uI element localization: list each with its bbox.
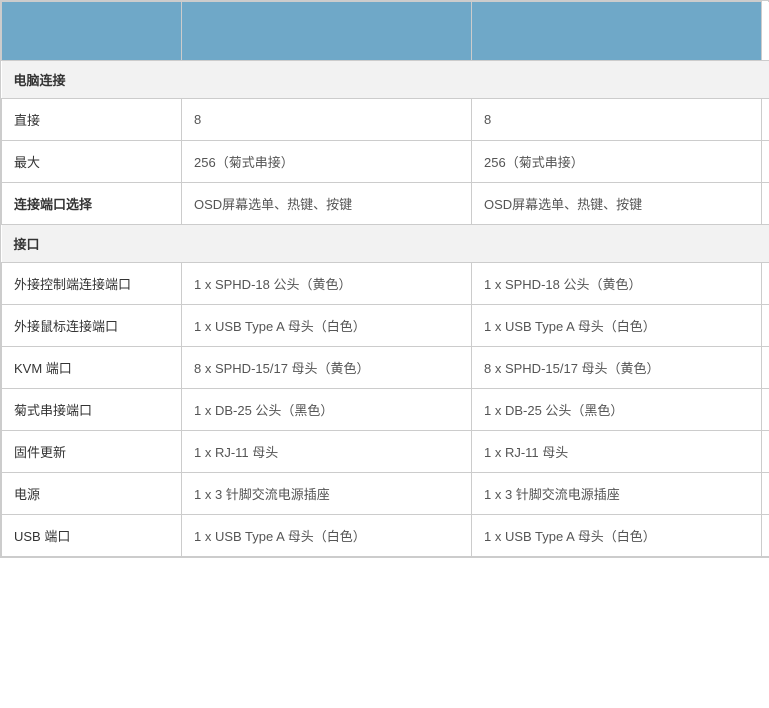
row-empty — [762, 431, 769, 473]
row-value-model2: OSD屏幕选单、热键、按键 — [472, 183, 762, 225]
row-empty — [762, 305, 769, 347]
row-empty — [762, 389, 769, 431]
row-function: 外接鼠标连接端口 — [2, 305, 182, 347]
row-value-model2: 1 x USB Type A 母头（白色） — [472, 515, 762, 557]
table-row: 固件更新1 x RJ-11 母头1 x RJ-11 母头 — [2, 431, 769, 473]
table-row: 外接控制端连接端口1 x SPHD-18 公头（黄色）1 x SPHD-18 公… — [2, 263, 769, 305]
row-value-model2: 8 — [472, 99, 762, 141]
table-row: KVM 端口8 x SPHD-15/17 母头（黄色）8 x SPHD-15/1… — [2, 347, 769, 389]
row-value-model2: 256（菊式串接） — [472, 141, 762, 183]
row-function: 最大 — [2, 141, 182, 183]
row-function: USB 端口 — [2, 515, 182, 557]
table-row: 连接端口选择OSD屏幕选单、热键、按键OSD屏幕选单、热键、按键 — [2, 183, 769, 225]
row-empty — [762, 473, 769, 515]
row-function: 连接端口选择 — [2, 183, 182, 225]
row-value-model1: 1 x USB Type A 母头（白色） — [182, 305, 472, 347]
header-empty — [762, 2, 769, 61]
header-function — [2, 2, 182, 61]
row-function: KVM 端口 — [2, 347, 182, 389]
section-header-row: 电脑连接 — [2, 61, 769, 99]
row-value-model1: 8 — [182, 99, 472, 141]
row-function: 菊式串接端口 — [2, 389, 182, 431]
row-value-model2: 1 x RJ-11 母头 — [472, 431, 762, 473]
table-row: 外接鼠标连接端口1 x USB Type A 母头（白色）1 x USB Typ… — [2, 305, 769, 347]
row-function: 固件更新 — [2, 431, 182, 473]
row-value-model1: 1 x DB-25 公头（黑色） — [182, 389, 472, 431]
row-value-model1: 8 x SPHD-15/17 母头（黄色） — [182, 347, 472, 389]
table-row: 最大256（菊式串接）256（菊式串接） — [2, 141, 769, 183]
table-row: 菊式串接端口1 x DB-25 公头（黑色）1 x DB-25 公头（黑色） — [2, 389, 769, 431]
row-empty — [762, 99, 769, 141]
section-header-label: 接口 — [2, 225, 769, 263]
row-empty — [762, 515, 769, 557]
section-header-row: 接口 — [2, 225, 769, 263]
row-value-model1: 1 x 3 针脚交流电源插座 — [182, 473, 472, 515]
row-value-model1: 256（菊式串接） — [182, 141, 472, 183]
row-value-model1: 1 x SPHD-18 公头（黄色） — [182, 263, 472, 305]
section-header-label: 电脑连接 — [2, 61, 769, 99]
row-function: 电源 — [2, 473, 182, 515]
header-model2 — [472, 2, 762, 61]
row-value-model1: 1 x RJ-11 母头 — [182, 431, 472, 473]
comparison-table: 电脑连接直接88最大256（菊式串接）256（菊式串接）连接端口选择OSD屏幕选… — [0, 0, 769, 558]
row-function: 直接 — [2, 99, 182, 141]
table-row: USB 端口1 x USB Type A 母头（白色）1 x USB Type … — [2, 515, 769, 557]
row-empty — [762, 263, 769, 305]
row-function: 外接控制端连接端口 — [2, 263, 182, 305]
row-value-model2: 1 x SPHD-18 公头（黄色） — [472, 263, 762, 305]
row-empty — [762, 183, 769, 225]
header-model1 — [182, 2, 472, 61]
table-row: 电源1 x 3 针脚交流电源插座1 x 3 针脚交流电源插座 — [2, 473, 769, 515]
row-value-model2: 1 x USB Type A 母头（白色） — [472, 305, 762, 347]
row-value-model2: 8 x SPHD-15/17 母头（黄色） — [472, 347, 762, 389]
table-row: 直接88 — [2, 99, 769, 141]
row-value-model2: 1 x 3 针脚交流电源插座 — [472, 473, 762, 515]
row-value-model1: OSD屏幕选单、热键、按键 — [182, 183, 472, 225]
row-empty — [762, 347, 769, 389]
row-empty — [762, 141, 769, 183]
row-value-model1: 1 x USB Type A 母头（白色） — [182, 515, 472, 557]
row-value-model2: 1 x DB-25 公头（黑色） — [472, 389, 762, 431]
